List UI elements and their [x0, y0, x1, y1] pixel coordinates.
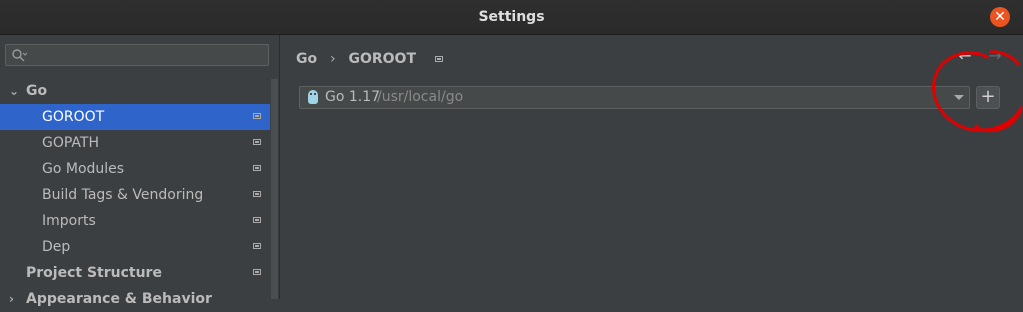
sidebar-item-label: GOROOT — [42, 109, 105, 125]
sidebar-item-goroot[interactable]: GOROOT — [0, 104, 270, 130]
close-icon: ✕ — [994, 9, 1006, 25]
project-settings-icon — [253, 243, 261, 249]
sidebar-item-label: Go Modules — [42, 161, 125, 177]
project-settings-icon — [253, 191, 261, 197]
back-arrow-icon[interactable]: ← — [956, 47, 974, 65]
add-sdk-button[interactable]: + — [976, 86, 1000, 109]
dropdown-arrow-icon[interactable] — [954, 95, 964, 100]
sidebar-item-appearance-behavior[interactable]: › Appearance & Behavior — [0, 286, 270, 312]
sidebar-item-label: GOPATH — [42, 135, 99, 151]
project-settings-icon — [253, 165, 261, 171]
sidebar-scrollbar[interactable] — [271, 79, 278, 299]
breadcrumb-current: GOROOT — [348, 51, 416, 67]
sidebar-item-project-structure[interactable]: Project Structure — [0, 260, 270, 286]
chevron-right-icon[interactable]: › — [9, 286, 21, 312]
search-icon — [11, 48, 28, 62]
forward-arrow-icon[interactable]: → — [986, 47, 1004, 65]
sidebar-item-label: Appearance & Behavior — [26, 291, 212, 307]
sidebar-item-label: Build Tags & Vendoring — [42, 187, 204, 203]
close-button[interactable]: ✕ — [990, 7, 1010, 27]
project-settings-icon — [253, 269, 261, 275]
sidebar-item-dep[interactable]: Dep — [0, 234, 270, 260]
project-settings-icon — [434, 56, 443, 62]
sidebar-item-label: Dep — [42, 239, 71, 255]
title-bar: Settings ✕ — [0, 0, 1023, 35]
gopher-icon — [308, 90, 318, 104]
sidebar-item-imports[interactable]: Imports — [0, 208, 270, 234]
chevron-down-icon[interactable]: ⌄ — [9, 78, 21, 104]
project-settings-icon — [253, 113, 261, 119]
breadcrumb: Go › GOROOT — [296, 49, 443, 69]
project-settings-icon — [253, 217, 261, 223]
sidebar-item-label: Imports — [42, 213, 96, 229]
sidebar-item-go-modules[interactable]: Go Modules — [0, 156, 270, 182]
window-title: Settings — [478, 9, 545, 25]
sidebar-item-build-tags[interactable]: Build Tags & Vendoring — [0, 182, 270, 208]
goroot-sdk-select[interactable]: Go 1.17 /usr/local/go — [299, 86, 970, 109]
sidebar-item-label: Go — [26, 83, 48, 99]
sidebar-item-label: Project Structure — [26, 265, 162, 281]
settings-tree: ⌄ Go GOROOT GOPATH Go Modules Build Tags… — [0, 78, 270, 312]
settings-content: Go › GOROOT ← → Go 1.17 /usr/local/go + — [280, 35, 1023, 299]
breadcrumb-parent[interactable]: Go — [296, 51, 317, 67]
project-settings-icon — [253, 139, 261, 145]
sdk-name: Go 1.17 — [325, 89, 381, 105]
search-input[interactable] — [5, 44, 269, 66]
breadcrumb-separator: › — [329, 51, 336, 67]
sidebar-item-gopath[interactable]: GOPATH — [0, 130, 270, 156]
settings-sidebar: ⌄ Go GOROOT GOPATH Go Modules Build Tags… — [0, 35, 280, 307]
sidebar-item-go[interactable]: ⌄ Go — [0, 78, 270, 104]
sdk-path: /usr/local/go — [377, 89, 464, 105]
